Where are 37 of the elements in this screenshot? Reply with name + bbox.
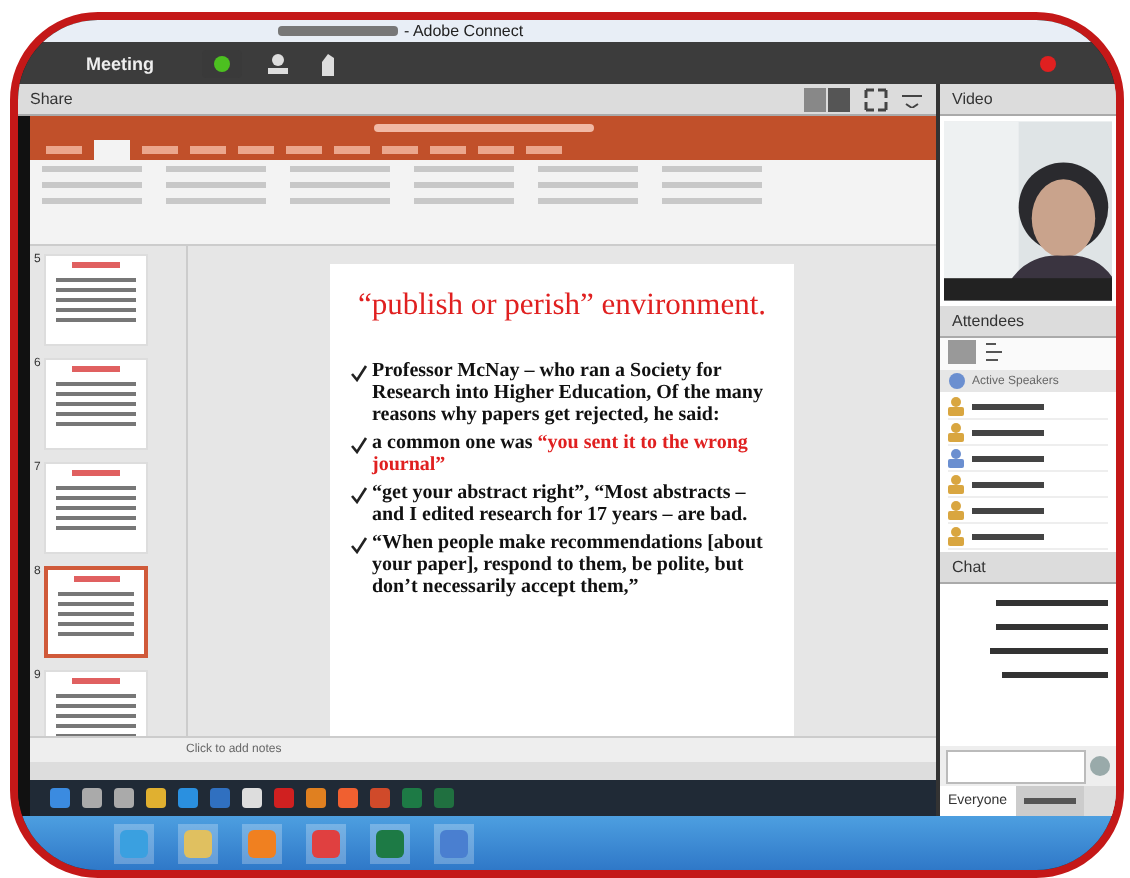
person-icon	[948, 526, 964, 546]
check-icon	[350, 536, 368, 554]
blurred-text	[278, 26, 398, 36]
record-icon	[1040, 55, 1056, 71]
pod-title: Share	[30, 90, 73, 108]
attendee-row[interactable]	[948, 394, 1108, 420]
attendee-row[interactable]	[948, 472, 1108, 498]
layout-icon[interactable]	[804, 87, 852, 111]
check-icon	[350, 486, 368, 504]
attendee-row[interactable]	[948, 446, 1108, 472]
attendee-row[interactable]	[948, 524, 1108, 550]
bullet-text: “get your abstract right”, “Most abstracts – and I edited research for 17 years – are bad.	[372, 482, 750, 526]
window-title: - Adobe Connect	[404, 22, 524, 40]
chat-tab[interactable]	[1015, 786, 1084, 816]
person-icon	[948, 500, 964, 520]
slide-title: “publish or perish” environment.	[355, 288, 769, 324]
menu-icon[interactable]	[900, 91, 924, 107]
bullet-text: a common one was “you sent it to the wrong journal”	[372, 432, 750, 476]
check-icon	[350, 436, 368, 454]
send-icon[interactable]	[1090, 756, 1110, 776]
fullscreen-icon[interactable]	[864, 87, 888, 111]
pod-title: Video	[952, 90, 993, 108]
attendee-row[interactable]	[948, 498, 1108, 524]
person-icon	[948, 474, 964, 494]
meeting-menu[interactable]: Meeting	[86, 53, 155, 73]
chat-input-field[interactable]	[946, 749, 1086, 783]
pod-title: Chat	[952, 558, 986, 576]
person-icon	[948, 422, 964, 442]
pod-title: Attendees	[952, 312, 1025, 330]
check-icon	[350, 364, 368, 382]
person-icon	[948, 448, 964, 468]
app-icon[interactable]	[370, 823, 410, 863]
bullet-text: Professor McNay – who ran a Society for Research into Higher Education, Of the many reasons why papers get rejected, he said:	[372, 360, 765, 426]
slide-thumbnail[interactable]	[44, 566, 149, 658]
bullet-text: “When people make recommendations [about your paper], respond to them, be polite, but don’t necessarily accept them,”	[372, 532, 765, 598]
attendee-row[interactable]	[948, 420, 1108, 446]
person-icon	[948, 396, 964, 416]
